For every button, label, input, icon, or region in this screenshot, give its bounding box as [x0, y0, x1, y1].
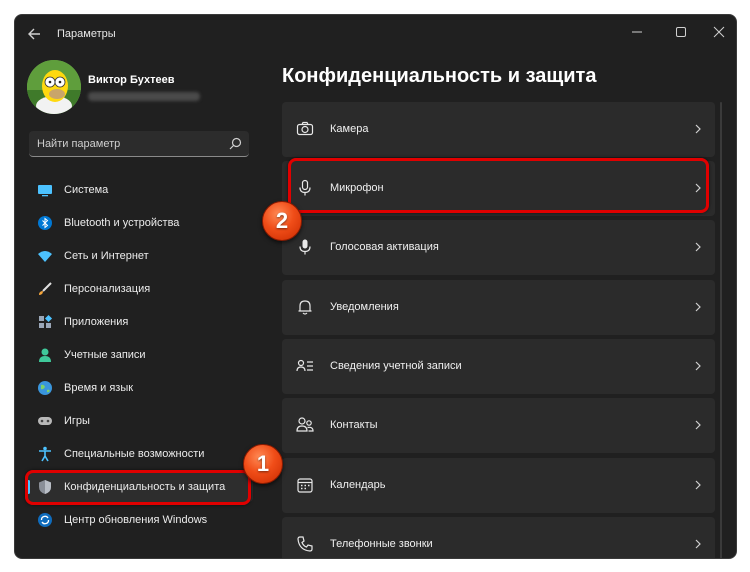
update-icon	[38, 513, 52, 527]
sidebar-item-label: Bluetooth и устройства	[64, 217, 180, 229]
bluetooth-icon	[38, 216, 52, 230]
person-icon	[39, 348, 51, 362]
wifi-icon	[38, 251, 52, 262]
search-input[interactable]: Найти параметр	[37, 138, 120, 150]
row-label: Календарь	[330, 479, 386, 491]
contacts-icon	[296, 417, 314, 432]
sidebar-item-network[interactable]: Сеть и Интернет	[27, 241, 253, 271]
search-icon[interactable]	[227, 136, 243, 152]
avatar[interactable]	[27, 60, 81, 114]
minimize-button[interactable]	[623, 21, 651, 43]
row-camera[interactable]: Камера	[282, 102, 715, 157]
chevron-right-icon	[695, 420, 701, 430]
chevron-right-icon	[695, 361, 701, 371]
sidebar-item-label: Центр обновления Windows	[64, 514, 208, 526]
sidebar-item-label: Система	[64, 184, 109, 196]
page-title: Конфиденциальность и защита	[282, 65, 597, 87]
row-label: Сведения учетной записи	[330, 360, 462, 372]
user-email-blurred	[88, 92, 200, 101]
back-button[interactable]	[25, 24, 45, 44]
brush-icon	[39, 282, 52, 295]
account-info-icon	[296, 359, 313, 372]
chevron-right-icon	[695, 242, 701, 252]
avatar-image	[27, 60, 81, 114]
step-badge-1: 1	[243, 444, 283, 484]
sidebar-item-label: Персонализация	[64, 283, 151, 295]
user-name: Виктор Бухтеев	[88, 74, 175, 86]
apps-icon	[39, 314, 53, 328]
sidebar-item-label: Время и язык	[64, 382, 134, 394]
monitor-icon	[38, 185, 52, 197]
sidebar-item-accounts[interactable]: Учетные записи	[27, 340, 253, 370]
phone-icon	[297, 536, 313, 552]
row-label: Телефонные звонки	[330, 538, 433, 550]
sidebar-item-label: Приложения	[64, 316, 129, 328]
sidebar-item-personalization[interactable]: Персонализация	[27, 274, 253, 304]
chevron-right-icon	[695, 480, 701, 490]
gamepad-icon	[38, 417, 52, 425]
chevron-right-icon	[695, 124, 701, 134]
sidebar-item-gaming[interactable]: Игры	[27, 406, 253, 436]
close-icon	[713, 26, 725, 38]
globe-icon	[38, 381, 52, 395]
camera-icon	[296, 121, 314, 136]
sidebar-item-label: Игры	[64, 415, 90, 427]
row-label: Уведомления	[330, 301, 399, 313]
row-calendar[interactable]: Календарь	[282, 458, 715, 513]
row-contacts[interactable]: Контакты	[282, 398, 715, 453]
sidebar-item-windows-update[interactable]: Центр обновления Windows	[27, 505, 253, 535]
sidebar-item-time-language[interactable]: Время и язык	[27, 373, 253, 403]
sidebar-item-apps[interactable]: Приложения	[27, 307, 253, 337]
row-phone-calls[interactable]: Телефонные звонки	[282, 517, 715, 558]
row-label: Голосовая активация	[330, 241, 439, 253]
sidebar-item-system[interactable]: Система	[27, 175, 253, 205]
chevron-right-icon	[695, 539, 701, 549]
search-box[interactable]: Найти параметр	[29, 131, 249, 157]
highlight-microphone	[288, 158, 709, 213]
app-title: Параметры	[57, 28, 116, 40]
calendar-icon	[297, 478, 313, 493]
maximize-icon	[676, 27, 686, 37]
bell-icon	[298, 300, 312, 315]
step-badge-2: 2	[262, 201, 302, 241]
sidebar-item-label: Специальные возможности	[64, 448, 205, 460]
highlight-privacy	[25, 470, 251, 505]
voice-activation-icon	[299, 239, 311, 255]
sidebar-item-bluetooth[interactable]: Bluetooth и устройства	[27, 208, 253, 238]
maximize-button[interactable]	[667, 21, 695, 43]
row-voice-activation[interactable]: Голосовая активация	[282, 220, 715, 275]
close-button[interactable]	[705, 21, 733, 43]
minimize-icon	[632, 31, 642, 33]
sidebar-item-label: Учетные записи	[64, 349, 146, 361]
row-notifications[interactable]: Уведомления	[282, 280, 715, 335]
sidebar-item-accessibility[interactable]: Специальные возможности	[27, 439, 253, 469]
sidebar-item-label: Сеть и Интернет	[64, 250, 149, 262]
row-account-info[interactable]: Сведения учетной записи	[282, 339, 715, 394]
row-label: Камера	[330, 123, 369, 135]
title-bar: Параметры	[15, 15, 736, 53]
back-arrow-icon	[28, 28, 40, 40]
chevron-right-icon	[695, 302, 701, 312]
accessibility-icon	[39, 446, 51, 462]
scrollbar[interactable]	[720, 102, 722, 558]
row-label: Контакты	[330, 419, 378, 431]
